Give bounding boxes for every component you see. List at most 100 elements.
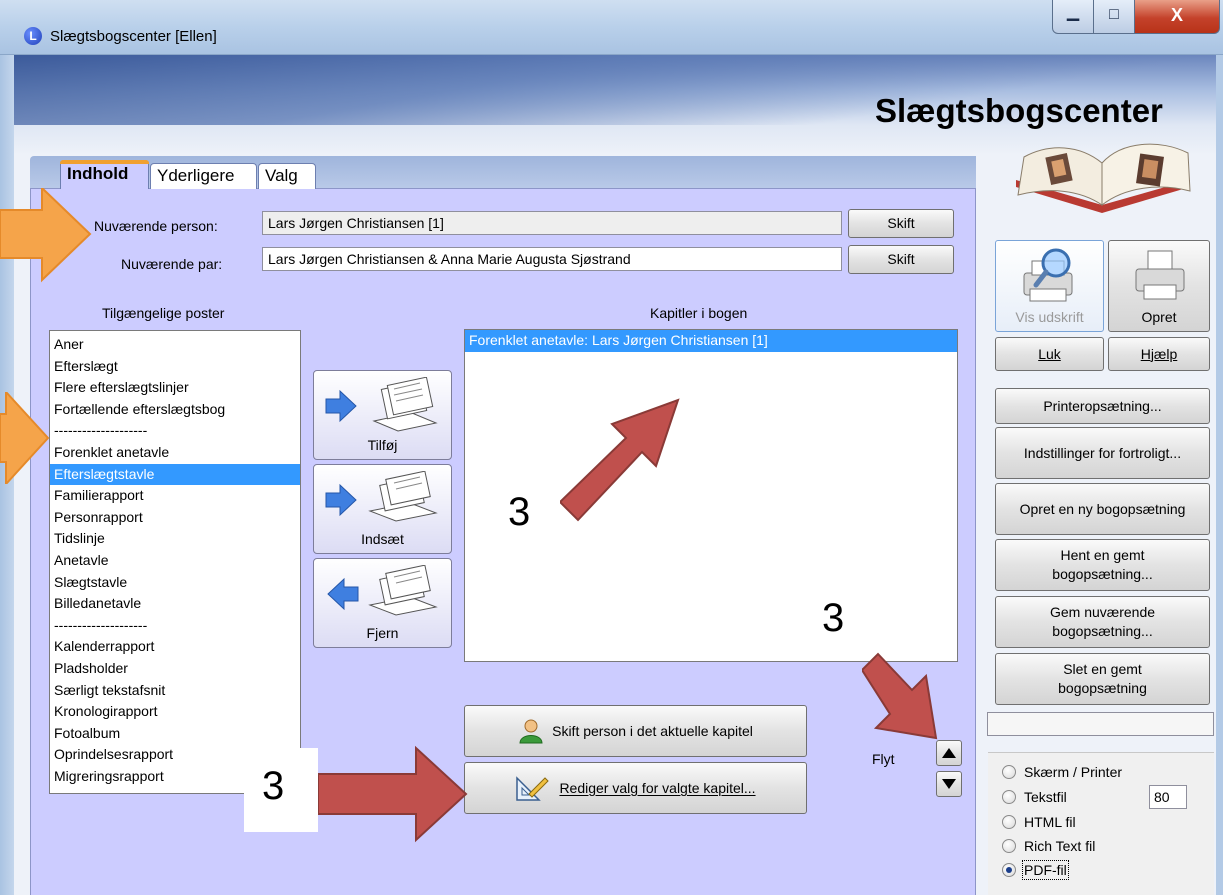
new-book-setup-button[interactable]: Opret en ny bogopsætning — [995, 483, 1210, 535]
add-icon — [325, 377, 438, 432]
output-pdf-file[interactable]: PDF-fil — [1002, 860, 1069, 880]
privacy-settings-button[interactable]: Indstillinger for fortroligt... — [995, 427, 1210, 479]
list-separator[interactable]: -------------------- — [50, 615, 300, 637]
close-window-button[interactable]: X — [1134, 0, 1220, 34]
ruler-pencil-icon — [516, 776, 550, 801]
red-arrow-up — [560, 398, 680, 522]
change-chapter-person-button[interactable]: Skift person i det aktuelle kapitel — [464, 705, 807, 757]
output-option-label: Tekstfil — [1024, 789, 1067, 805]
load-setup-label-1: Hent en gemt — [1060, 547, 1145, 564]
save-setup-label-1: Gem nuværende — [1049, 604, 1156, 621]
remove-button-label: Fjern — [366, 625, 399, 641]
orange-arrow-left — [0, 392, 50, 484]
radio-icon — [1002, 765, 1016, 779]
move-up-button[interactable] — [936, 740, 962, 766]
tab-indhold[interactable]: Indhold — [60, 160, 149, 189]
output-option-label: PDF-fil — [1022, 860, 1069, 880]
available-entries-heading: Tilgængelige poster — [102, 305, 225, 321]
minimize-button[interactable]: ▁ — [1052, 0, 1094, 34]
output-screen-printer[interactable]: Skærm / Printer — [1002, 762, 1122, 782]
output-option-label: HTML fil — [1024, 814, 1076, 830]
preview-button[interactable]: Vis udskrift — [995, 240, 1104, 332]
add-button[interactable]: Tilføj — [313, 370, 452, 460]
list-item[interactable]: Anetavle — [50, 550, 300, 572]
delete-book-setup-button[interactable]: Slet en gemt bogopsætning — [995, 653, 1210, 705]
current-pair-label: Nuværende par: — [121, 256, 223, 272]
change-chapter-person-label: Skift person i det aktuelle kapitel — [552, 722, 753, 739]
delete-setup-label-1: Slet en gemt — [1063, 661, 1142, 678]
list-item[interactable]: Tidslinje — [50, 528, 300, 550]
edit-chapter-options-button[interactable]: Rediger valg for valgte kapitel... — [464, 762, 807, 814]
book-icon — [1016, 143, 1191, 213]
list-item[interactable]: Forenklet anetavle — [50, 442, 300, 464]
triangle-up-icon — [942, 748, 956, 758]
radio-icon — [1002, 839, 1016, 853]
output-html-file[interactable]: HTML fil — [1002, 812, 1076, 832]
change-pair-button[interactable]: Skift — [848, 245, 954, 274]
output-text-file[interactable]: Tekstfil — [1002, 787, 1067, 807]
printer-icon — [1135, 250, 1185, 300]
list-item[interactable]: Flere efterslægtslinjer — [50, 377, 300, 399]
list-item[interactable]: Kalenderrapport — [50, 636, 300, 658]
available-entries-list[interactable]: Aner Efterslægt Flere efterslægtslinjer For… — [49, 330, 301, 794]
list-item[interactable]: Efterslægtstavle — [50, 463, 300, 486]
current-person-field: Lars Jørgen Christiansen [1] — [262, 211, 842, 235]
list-item[interactable]: Familierapport — [50, 485, 300, 507]
chapters-heading: Kapitler i bogen — [650, 305, 748, 321]
add-button-label: Tilføj — [367, 437, 398, 453]
step-number-label: 3 — [508, 490, 531, 534]
page-title: Slægtsbogscenter — [875, 92, 1163, 129]
list-item[interactable]: Efterslægt — [50, 356, 300, 378]
text-width-field[interactable]: 80 — [1149, 785, 1187, 809]
close-label: Luk — [1038, 345, 1061, 362]
window-title: Slægtsbogscenter [Ellen] — [50, 28, 217, 45]
printer-setup-button[interactable]: Printeropsætning... — [995, 388, 1210, 424]
output-rich-text-file[interactable]: Rich Text fil — [1002, 836, 1095, 856]
minimize-icon: ▁ — [1066, 4, 1080, 21]
create-button[interactable]: Opret — [1108, 240, 1210, 332]
list-item[interactable]: Fortællende efterslægtsbog — [50, 399, 300, 421]
list-item[interactable]: Aner — [50, 334, 300, 356]
list-item[interactable]: Slægtstavle — [50, 572, 300, 594]
list-separator[interactable]: -------------------- — [50, 420, 300, 442]
orange-arrow-top — [0, 188, 92, 283]
print-preview-icon — [1023, 248, 1073, 302]
delete-setup-label-2: bogopsætning — [1058, 680, 1147, 696]
list-item[interactable]: Fotoalbum — [50, 723, 300, 745]
chapters-list[interactable]: Forenklet anetavle: Lars Jørgen Christia… — [464, 329, 958, 662]
move-label: Flyt — [872, 751, 895, 767]
window-frame-right — [1216, 55, 1223, 895]
remove-button[interactable]: Fjern — [313, 558, 452, 648]
maximize-icon: □ — [1109, 6, 1119, 23]
move-down-button[interactable] — [936, 771, 962, 797]
output-option-label: Skærm / Printer — [1024, 764, 1123, 780]
list-item[interactable]: Personrapport — [50, 507, 300, 529]
list-item[interactable]: Billedanetavle — [50, 593, 300, 615]
load-book-setup-button[interactable]: Hent en gemt bogopsætning... — [995, 539, 1210, 591]
help-button[interactable]: Hjælp — [1108, 337, 1210, 371]
insert-button-label: Indsæt — [361, 531, 404, 547]
tab-valg[interactable]: Valg — [258, 163, 316, 189]
insert-button[interactable]: Indsæt — [313, 464, 452, 554]
current-person-label: Nuværende person: — [94, 218, 218, 234]
maximize-button[interactable]: □ — [1093, 0, 1135, 34]
list-item[interactable]: Særligt tekstafsnit — [50, 680, 300, 702]
list-item[interactable]: Kronologirapport — [50, 701, 300, 723]
remove-icon — [327, 565, 438, 616]
preview-label: Vis udskrift — [1015, 309, 1084, 326]
chapter-item[interactable]: Forenklet anetavle: Lars Jørgen Christia… — [465, 330, 957, 352]
person-icon — [519, 719, 543, 744]
radio-icon — [1002, 790, 1016, 804]
list-item[interactable]: Pladsholder — [50, 658, 300, 680]
red-arrow-right — [318, 745, 468, 843]
app-icon: L — [24, 27, 42, 45]
change-person-button[interactable]: Skift — [848, 209, 954, 238]
close-button[interactable]: Luk — [995, 337, 1104, 371]
triangle-down-icon — [942, 779, 956, 789]
tab-yderligere[interactable]: Yderligere — [150, 163, 257, 189]
save-book-setup-button[interactable]: Gem nuværende bogopsætning... — [995, 596, 1210, 648]
help-label: Hjælp — [1140, 345, 1178, 362]
radio-selected-icon — [1002, 863, 1016, 877]
create-label: Opret — [1141, 309, 1177, 326]
insert-icon — [325, 471, 438, 522]
